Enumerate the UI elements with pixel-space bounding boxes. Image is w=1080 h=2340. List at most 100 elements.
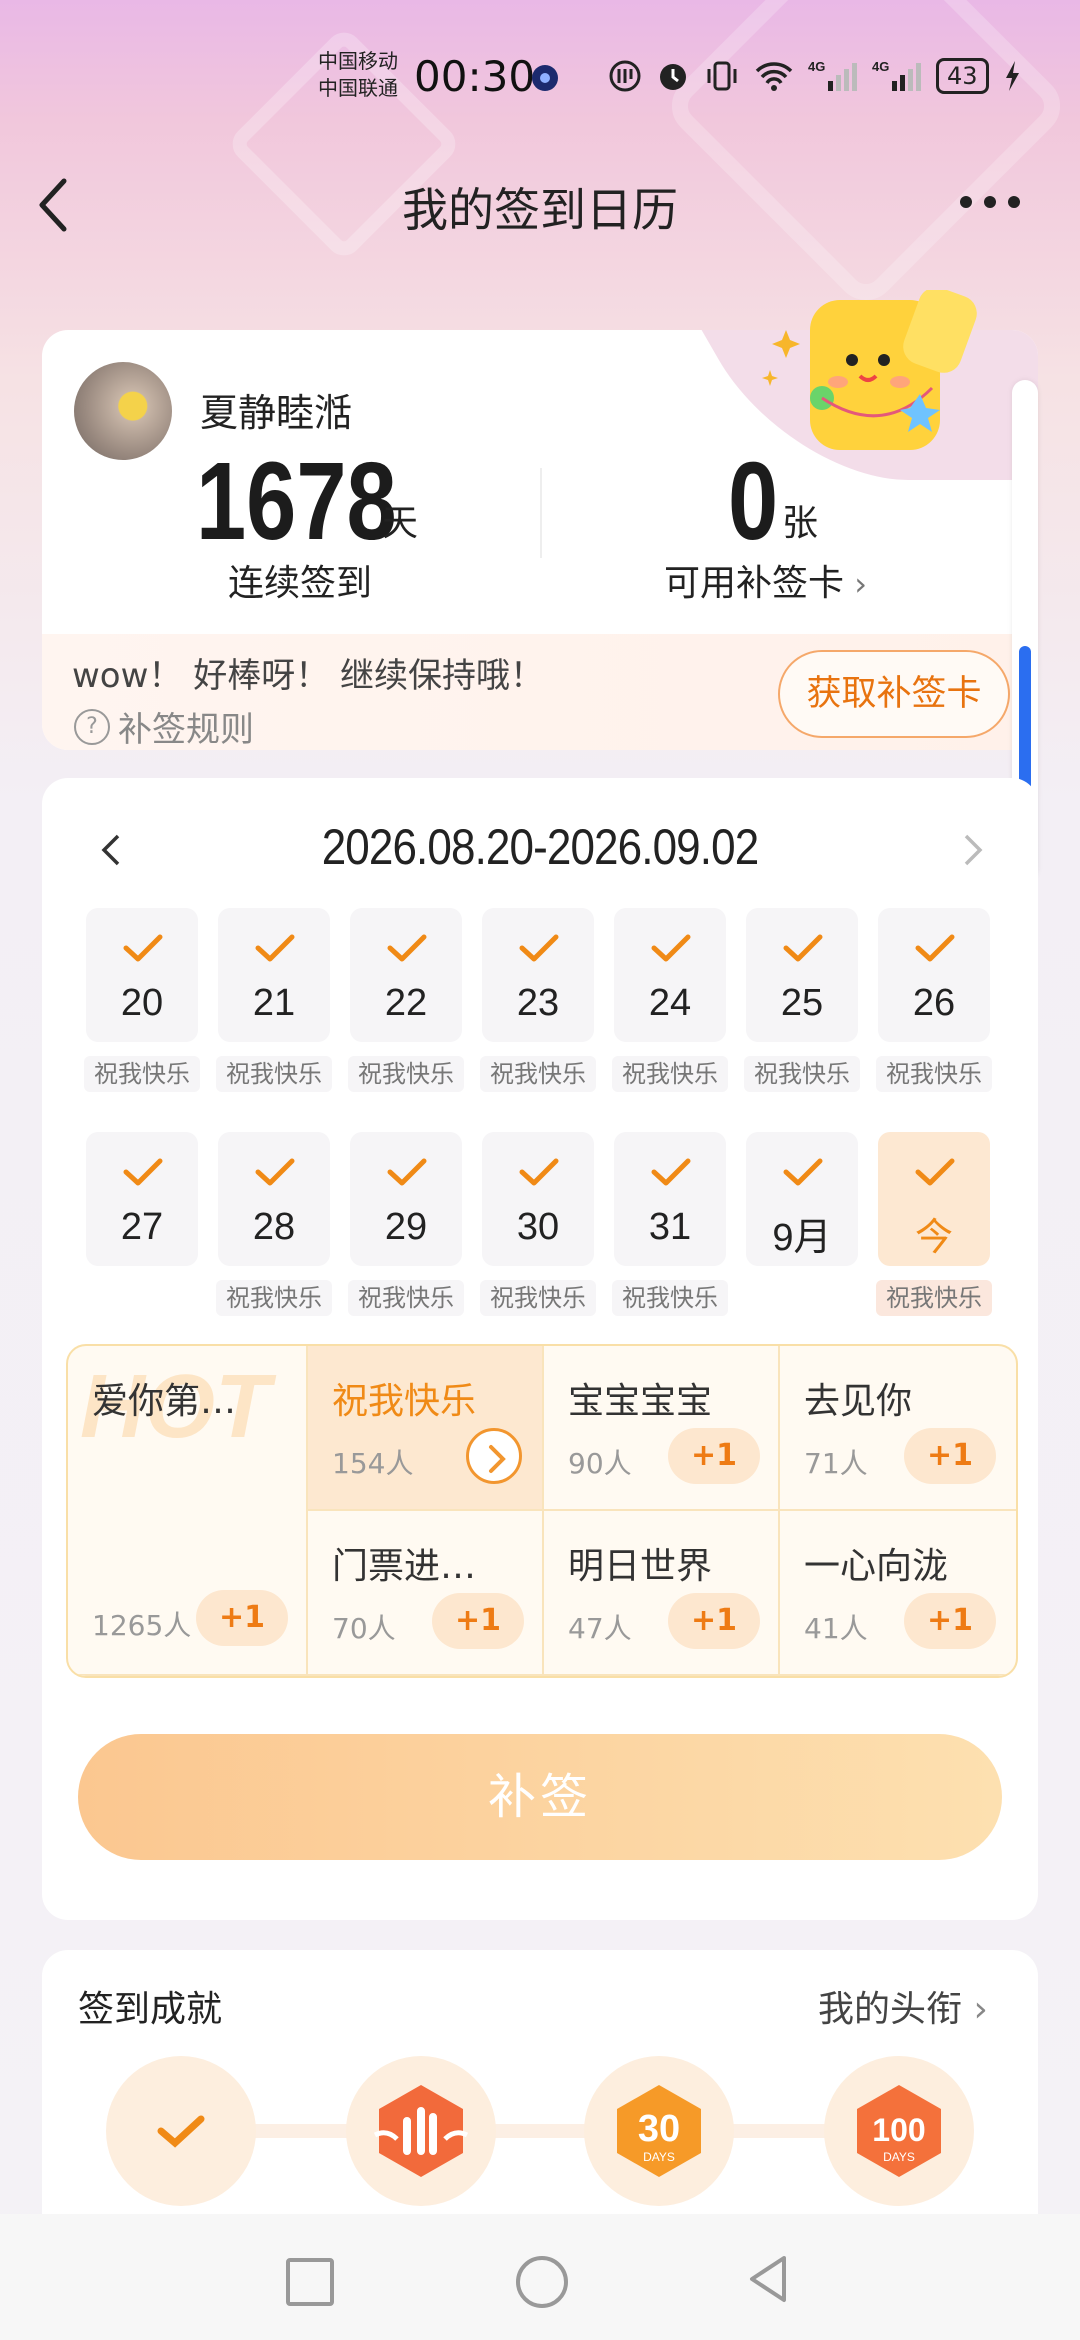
carrier-info: 中国移动 中国联通 bbox=[318, 48, 398, 102]
back-nav-button[interactable] bbox=[746, 2254, 790, 2304]
checkmark-icon bbox=[783, 934, 823, 962]
hand-badge-icon[interactable] bbox=[346, 2056, 496, 2206]
calendar-day-number: 今 bbox=[914, 1217, 953, 1259]
svg-text:4G: 4G bbox=[872, 59, 889, 74]
streak-label: 连续签到 bbox=[228, 563, 373, 604]
calendar-day-number: 9月 bbox=[772, 1217, 832, 1259]
calendar-day-tag: 祝我快乐 bbox=[612, 1056, 728, 1092]
achievement-track bbox=[180, 2124, 880, 2138]
mood-count: 154人 bbox=[332, 1447, 414, 1480]
vibrate-icon bbox=[707, 61, 737, 91]
calendar-day-tag: 祝我快乐 bbox=[216, 1280, 332, 1316]
calendar-day-number: 22 bbox=[384, 982, 428, 1024]
calendar-day[interactable]: 25 bbox=[746, 908, 858, 1042]
calendar-day[interactable]: 9月 bbox=[746, 1132, 858, 1266]
encouragement-message: wow！ 好棒呀！ 继续保持哦！ bbox=[72, 656, 545, 696]
mood-item[interactable]: 一心向泷 41人 +1 bbox=[780, 1511, 1016, 1676]
mood-item[interactable]: 祝我快乐 154人 bbox=[308, 1346, 544, 1511]
calendar-day-number: 29 bbox=[384, 1206, 428, 1248]
calendar-day-number: 30 bbox=[516, 1206, 560, 1248]
cards-link[interactable]: 可用补签卡 › bbox=[664, 554, 867, 606]
mood-title: 一心向泷 bbox=[804, 1546, 949, 1587]
recents-button[interactable] bbox=[286, 2258, 334, 2306]
mood-item[interactable]: 宝宝宝宝 90人 +1 bbox=[544, 1346, 780, 1511]
checkmark-icon bbox=[783, 1158, 823, 1186]
resign-button[interactable]: 补签 bbox=[78, 1734, 1002, 1860]
mood-count: 41人 bbox=[804, 1612, 868, 1645]
100-days-badge-icon[interactable]: 100 DAYS bbox=[824, 2056, 974, 2206]
chevron-right-icon: › bbox=[962, 1989, 988, 2030]
home-button[interactable] bbox=[516, 2256, 568, 2308]
signal-4g-icon-1: 4G bbox=[808, 59, 857, 91]
30-days-badge-icon[interactable]: 30 DAYS bbox=[584, 2056, 734, 2206]
svg-text:DAYS: DAYS bbox=[643, 2150, 675, 2164]
checkmark-icon bbox=[915, 934, 955, 962]
checkmark-icon bbox=[915, 1158, 955, 1186]
mood-count: 1265人 bbox=[92, 1609, 192, 1642]
check-badge-icon[interactable] bbox=[106, 2056, 256, 2206]
plus-one-button[interactable]: +1 bbox=[904, 1593, 996, 1649]
calendar-day[interactable]: 今 bbox=[878, 1132, 990, 1266]
calendar-day[interactable]: 20 bbox=[86, 908, 198, 1042]
plus-one-button[interactable]: +1 bbox=[196, 1590, 288, 1646]
next-week-icon[interactable] bbox=[958, 830, 988, 870]
calendar-day-number: 21 bbox=[252, 982, 296, 1024]
calendar-day[interactable]: 23 bbox=[482, 908, 594, 1042]
avatar[interactable] bbox=[74, 362, 172, 460]
mood-title: 去见你 bbox=[804, 1381, 913, 1422]
get-resign-card-button[interactable]: 获取补签卡 bbox=[778, 650, 1010, 738]
checkmark-icon bbox=[651, 1158, 691, 1186]
nfc-icon bbox=[609, 60, 641, 92]
svg-text:100: 100 bbox=[872, 2112, 925, 2148]
checkmark-icon bbox=[123, 1158, 163, 1186]
calendar-day-tag: 祝我快乐 bbox=[84, 1056, 200, 1092]
checkmark-icon bbox=[255, 934, 295, 962]
calendar-day[interactable]: 22 bbox=[350, 908, 462, 1042]
mood-count: 47人 bbox=[568, 1612, 632, 1645]
plus-one-button[interactable]: +1 bbox=[668, 1428, 760, 1484]
calendar-day-number: 25 bbox=[780, 982, 824, 1024]
mascot-illustration bbox=[762, 290, 977, 450]
cards-value: 0 bbox=[728, 440, 779, 563]
stats-divider bbox=[540, 468, 542, 558]
checkmark-icon bbox=[387, 934, 427, 962]
calendar-day[interactable]: 27 bbox=[86, 1132, 198, 1266]
calendar-day-tag: 祝我快乐 bbox=[348, 1056, 464, 1092]
calendar-day-tag: 祝我快乐 bbox=[876, 1280, 992, 1316]
calendar-day[interactable]: 21 bbox=[218, 908, 330, 1042]
plus-one-button[interactable]: +1 bbox=[904, 1428, 996, 1484]
mood-title: 宝宝宝宝 bbox=[568, 1381, 713, 1422]
checkmark-icon bbox=[387, 1158, 427, 1186]
calendar-day[interactable]: 31 bbox=[614, 1132, 726, 1266]
mood-item[interactable]: 去见你 71人 +1 bbox=[780, 1346, 1016, 1511]
calendar-day[interactable]: 24 bbox=[614, 908, 726, 1042]
username: 夏静睦湉 bbox=[200, 391, 353, 435]
plus-one-button[interactable]: +1 bbox=[668, 1593, 760, 1649]
chevron-right-icon: › bbox=[844, 565, 867, 603]
calendar-day[interactable]: 26 bbox=[878, 908, 990, 1042]
checkmark-icon bbox=[255, 1158, 295, 1186]
resign-rules-link[interactable]: ? 补签规则 bbox=[74, 702, 254, 751]
mood-featured[interactable]: HOT 爱你第… 1265人 +1 bbox=[68, 1346, 308, 1676]
calendar-day[interactable]: 28 bbox=[218, 1132, 330, 1266]
carrier-1: 中国移动 bbox=[318, 49, 398, 73]
mood-item[interactable]: 门票进… 70人 +1 bbox=[308, 1511, 544, 1676]
my-titles-link[interactable]: 我的头衔 › bbox=[818, 1980, 988, 2032]
calendar-day-tag: 祝我快乐 bbox=[744, 1056, 860, 1092]
alarm-icon bbox=[660, 64, 686, 90]
svg-text:30: 30 bbox=[638, 2108, 680, 2150]
mood-count: 90人 bbox=[568, 1447, 632, 1480]
calendar-day[interactable]: 30 bbox=[482, 1132, 594, 1266]
mood-item[interactable]: 明日世界 47人 +1 bbox=[544, 1511, 780, 1676]
more-menu-icon[interactable] bbox=[960, 182, 1040, 222]
calendar-day-number: 28 bbox=[252, 1206, 296, 1248]
plus-one-button[interactable]: +1 bbox=[432, 1593, 524, 1649]
charging-icon bbox=[1005, 61, 1019, 91]
calendar-day-tag: 祝我快乐 bbox=[612, 1280, 728, 1316]
chevron-right-icon[interactable] bbox=[466, 1428, 522, 1484]
calendar-day[interactable]: 29 bbox=[350, 1132, 462, 1266]
checkmark-icon bbox=[123, 934, 163, 962]
date-range: 2026.08.20-2026.09.02 bbox=[321, 819, 759, 875]
checkmark-icon bbox=[519, 934, 559, 962]
calendar-day-number: 26 bbox=[912, 982, 956, 1024]
